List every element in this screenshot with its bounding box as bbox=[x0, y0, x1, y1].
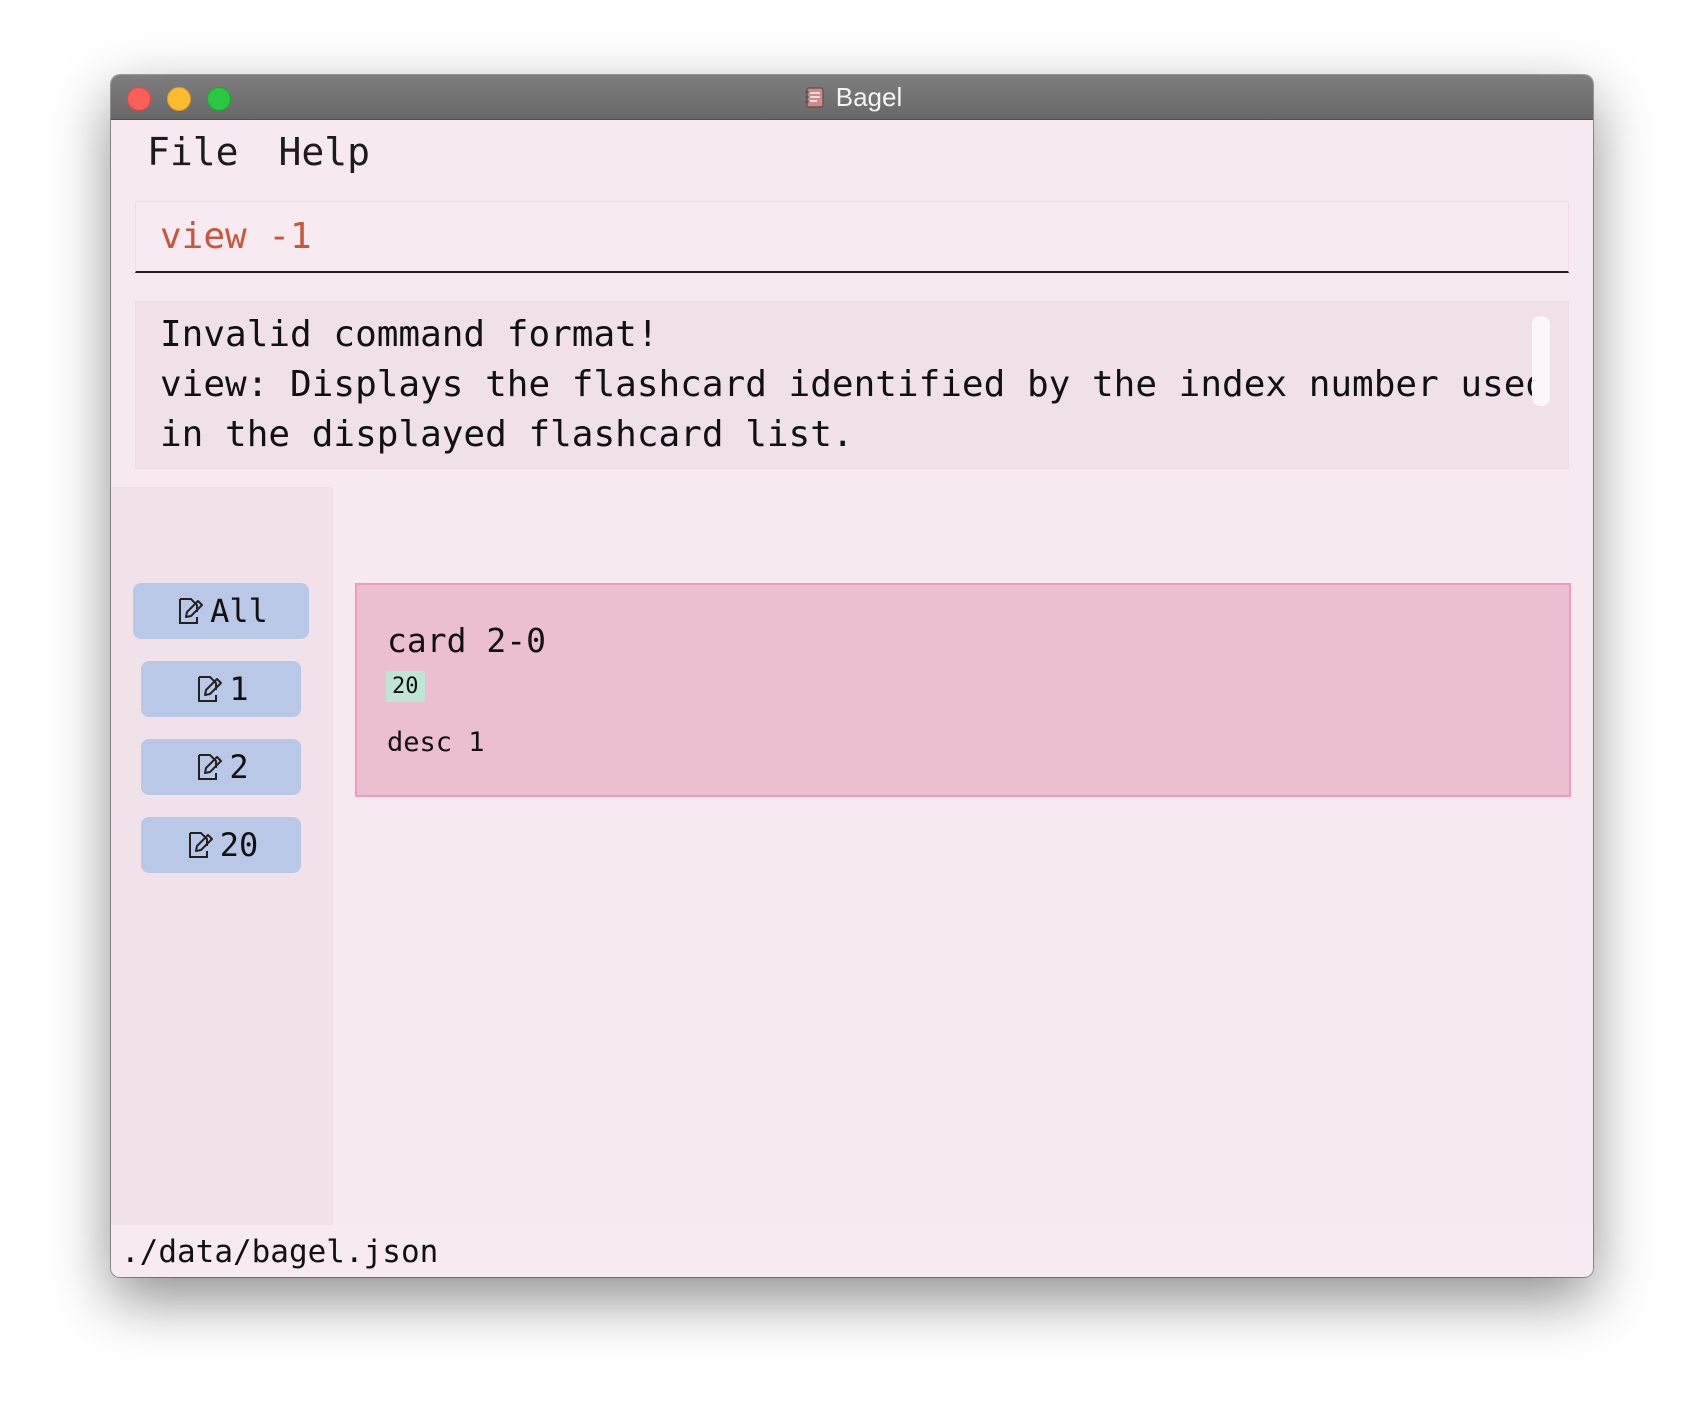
edit-note-icon bbox=[184, 829, 214, 861]
result-line-1: Invalid command format! bbox=[160, 314, 659, 355]
result-scrollbar[interactable] bbox=[1532, 316, 1550, 406]
data-file-path: ./data/bagel.json bbox=[121, 1234, 439, 1270]
deck-button-label: 1 bbox=[229, 670, 249, 708]
deck-button-2[interactable]: 2 bbox=[141, 739, 301, 795]
menu-file[interactable]: File bbox=[147, 130, 239, 174]
menu-bar: File Help bbox=[111, 120, 1593, 184]
status-bar: ./data/bagel.json bbox=[111, 1225, 1593, 1277]
deck-button-label: All bbox=[210, 592, 268, 630]
deck-button-label: 2 bbox=[229, 748, 249, 786]
deck-button-1[interactable]: 1 bbox=[141, 661, 301, 717]
edit-note-icon bbox=[193, 751, 223, 783]
deck-sidebar: All 1 2 20 bbox=[111, 487, 333, 1225]
deck-button-label: 20 bbox=[219, 826, 259, 864]
result-line-2: view: Displays the flashcard identified … bbox=[160, 364, 1548, 405]
flashcard-list: card 2-0 20 desc 1 bbox=[333, 487, 1593, 1225]
result-display: Invalid command format! view: Displays t… bbox=[135, 301, 1569, 469]
window-title: Bagel bbox=[835, 81, 903, 112]
window-title-group: Bagel bbox=[111, 75, 1593, 119]
deck-button-20[interactable]: 20 bbox=[141, 817, 301, 873]
bagel-app-icon bbox=[802, 84, 828, 110]
flashcard-card[interactable]: card 2-0 20 desc 1 bbox=[355, 583, 1571, 797]
app-window: Bagel File Help view -1 Invalid command … bbox=[111, 75, 1593, 1277]
command-input[interactable]: view -1 bbox=[135, 201, 1569, 273]
edit-note-icon bbox=[193, 673, 223, 705]
deck-button-all[interactable]: All bbox=[133, 583, 309, 639]
flashcard-title: card 2-0 bbox=[387, 621, 546, 660]
command-input-text: view -1 bbox=[160, 216, 312, 257]
title-bar[interactable]: Bagel bbox=[111, 75, 1593, 120]
result-line-3: in the displayed flashcard list. bbox=[160, 414, 854, 455]
edit-note-icon bbox=[174, 595, 204, 627]
flashcard-tag: 20 bbox=[386, 671, 425, 702]
menu-help[interactable]: Help bbox=[279, 130, 371, 174]
flashcard-description: desc 1 bbox=[387, 727, 485, 758]
